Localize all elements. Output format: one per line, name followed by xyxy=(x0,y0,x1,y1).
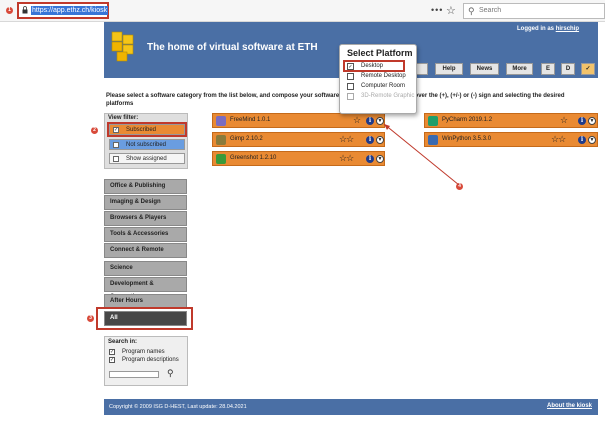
rss-icon[interactable]: ✓ xyxy=(581,63,595,75)
logged-label: Logged in as xyxy=(517,26,555,32)
username-link[interactable]: hirschip xyxy=(556,26,579,32)
checkbox-icon: ✓ xyxy=(109,357,115,363)
pycharm-icon xyxy=(428,116,438,126)
checkbox-icon xyxy=(347,93,354,100)
intro-right: use over the (+), (+/-) or (-) sign and … xyxy=(402,93,565,99)
intro-line2: platforms xyxy=(106,101,134,107)
search-program-descriptions[interactable]: ✓ Program descriptions xyxy=(109,356,179,364)
checkbox-icon xyxy=(113,156,119,162)
login-status: Logged in as hirschip xyxy=(517,26,579,32)
software-name: FreeMind 1.0.1 xyxy=(230,117,271,123)
rating-stars-icon[interactable]: ☆ xyxy=(353,115,361,126)
star-icon[interactable]: ☆ xyxy=(446,4,456,17)
site-footer: Copyright © 2009 ISG D-HEST, Last update… xyxy=(104,399,598,415)
lock-icon xyxy=(22,6,28,14)
copyright-text: Copyright © 2009 ISG D-HEST, Last update… xyxy=(109,404,247,410)
platform-label: 3D-Remote Graphic xyxy=(361,93,415,99)
search-program-names[interactable]: ✓ Program names xyxy=(109,348,165,356)
filter-label: Not subscribed xyxy=(126,142,167,148)
search-opt-label: Program descriptions xyxy=(122,357,179,363)
url-text[interactable]: https://app.ethz.ch/kiosk xyxy=(31,6,109,15)
category-connect[interactable]: Connect & Remote xyxy=(104,243,187,258)
checkbox-icon xyxy=(347,83,354,90)
browser-search-input[interactable]: ⚲ Search xyxy=(463,3,605,19)
filter-show-assigned[interactable]: Show assigned xyxy=(109,153,185,164)
category-imaging[interactable]: Imaging & Design xyxy=(104,195,187,210)
category-science[interactable]: Science xyxy=(104,261,187,276)
search-placeholder: Search xyxy=(479,7,502,14)
kiosk-logo-icon xyxy=(111,31,134,62)
platform-remote-desktop[interactable]: Remote Desktop xyxy=(347,72,406,81)
software-tile[interactable]: WinPython 3.5.3.0 ☆☆ i ▼ xyxy=(424,132,598,147)
download-icon[interactable]: ▼ xyxy=(588,117,596,125)
download-icon[interactable]: ▼ xyxy=(588,136,596,144)
category-tools[interactable]: Tools & Accessories xyxy=(104,227,187,242)
checkbox-icon xyxy=(347,73,354,80)
step-marker-4: 4 xyxy=(456,183,463,190)
all-highlight xyxy=(96,307,193,330)
about-link[interactable]: About the kiosk xyxy=(547,403,592,409)
search-icon: ⚲ xyxy=(468,6,475,16)
software-tile[interactable]: Gimp 2.10.2 ☆☆ i ▼ xyxy=(212,132,385,147)
info-icon[interactable]: i xyxy=(366,136,374,144)
software-tile[interactable]: FreeMind 1.0.1 ☆ i ▼ xyxy=(212,113,385,128)
download-icon[interactable]: ▼ xyxy=(376,155,384,163)
intro-left: Please select a software category from t… xyxy=(106,93,340,99)
lang-e-button[interactable]: E xyxy=(541,63,555,75)
software-name: Gimp 2.10.2 xyxy=(230,136,263,142)
search-in-title: Search in: xyxy=(108,339,138,345)
info-icon[interactable]: i xyxy=(366,155,374,163)
software-tile[interactable]: PyCharm 2019.1.2 ☆ i ▼ xyxy=(424,113,598,128)
software-name: Greenshot 1.2.10 xyxy=(230,155,277,161)
freemind-icon xyxy=(216,116,226,126)
platform-label: Computer Room xyxy=(361,83,406,89)
rating-stars-icon[interactable]: ☆☆ xyxy=(551,134,566,145)
search-icon[interactable]: ⚲ xyxy=(167,368,174,379)
software-name: WinPython 3.5.3.0 xyxy=(442,136,492,142)
category-development[interactable]: Development & Computing xyxy=(104,277,187,300)
gimp-icon xyxy=(216,135,226,145)
software-tile[interactable]: Greenshot 1.2.10 ☆☆ i ▼ xyxy=(212,151,385,166)
info-icon[interactable]: i xyxy=(578,117,586,125)
help-button[interactable]: Help xyxy=(435,63,463,75)
site-title: The home of virtual software at ETH xyxy=(147,42,318,53)
step-marker-2: 2 xyxy=(91,127,98,134)
download-icon[interactable]: ▼ xyxy=(376,136,384,144)
rating-stars-icon[interactable]: ☆ xyxy=(560,115,568,126)
greenshot-icon xyxy=(216,154,226,164)
info-icon[interactable]: i xyxy=(578,136,586,144)
platform-3d-remote: 3D-Remote Graphic xyxy=(347,92,414,101)
popup-title: Select Platform xyxy=(347,48,413,58)
category-office[interactable]: Office & Publishing xyxy=(104,179,187,194)
platform-computer-room[interactable]: Computer Room xyxy=(347,82,405,91)
software-name: PyCharm 2019.1.2 xyxy=(442,117,493,123)
info-icon[interactable]: i xyxy=(366,117,374,125)
download-icon[interactable]: ▼ xyxy=(376,117,384,125)
winpython-icon xyxy=(428,135,438,145)
rating-stars-icon[interactable]: ☆☆ xyxy=(339,153,354,164)
news-button[interactable]: News xyxy=(470,63,499,75)
subscribed-highlight xyxy=(107,122,187,137)
search-opt-label: Program names xyxy=(122,349,165,355)
filter-label: Show assigned xyxy=(126,156,167,162)
checkbox-icon: ✓ xyxy=(109,349,115,355)
view-filter-title: View filter: xyxy=(108,115,139,121)
step-marker-3: 3 xyxy=(87,315,94,322)
platform-label: Remote Desktop xyxy=(361,73,406,79)
lang-d-button[interactable]: D xyxy=(561,63,575,75)
filter-not-subscribed[interactable]: Not subscribed xyxy=(109,139,185,150)
desktop-highlight xyxy=(343,60,405,72)
category-browsers[interactable]: Browsers & Players xyxy=(104,211,187,226)
step-marker-1: 1 xyxy=(6,7,13,14)
kiosk-search-input[interactable] xyxy=(109,371,159,378)
checkbox-icon xyxy=(113,142,119,148)
rating-stars-icon[interactable]: ☆☆ xyxy=(339,134,354,145)
ellipsis-icon[interactable]: ••• xyxy=(431,5,443,15)
more-button[interactable]: More xyxy=(506,63,533,75)
